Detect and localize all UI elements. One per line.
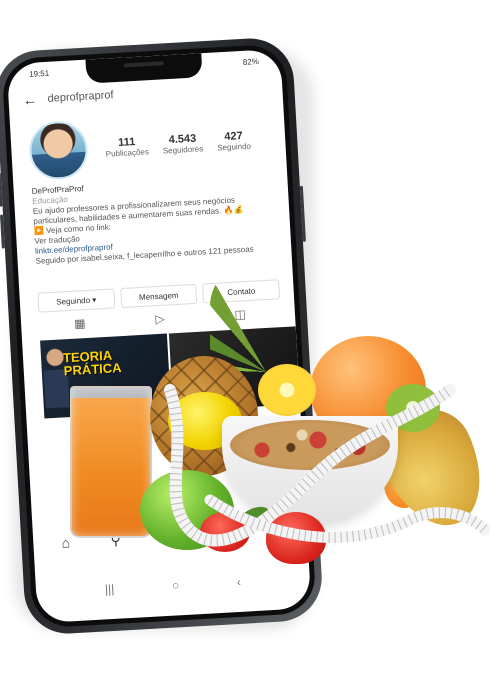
lemon-slice [258, 364, 316, 416]
promo-composition: 19:51 82% ← deprofpraprof 111 Publicaçõe… [0, 0, 500, 690]
profile-username: deprofpraprof [47, 89, 114, 105]
back-chevron-icon[interactable]: ‹ [237, 575, 242, 589]
reels-icon[interactable]: ▷ [155, 312, 165, 330]
status-time: 19:51 [28, 68, 50, 79]
home-circle-icon[interactable]: ○ [172, 578, 180, 592]
profile-bio: DeProfPraProf Educação Eu ajudo professo… [31, 173, 281, 267]
pineapple-leaves [210, 262, 322, 372]
recent-apps-icon[interactable]: ||| [105, 582, 115, 597]
stat-followers[interactable]: 4.543 Seguidores [162, 132, 204, 155]
stat-label: Publicações [105, 146, 150, 159]
message-button[interactable]: Mensagem [119, 283, 198, 309]
strawberry [266, 512, 326, 564]
post-caption: TEORIA PRÁTICA [63, 348, 122, 379]
profile-summary: 111 Publicações 4.543 Seguidores 427 Seg… [27, 107, 273, 182]
home-icon[interactable]: ⌂ [61, 534, 70, 550]
system-navigation: ||| ○ ‹ [76, 570, 271, 601]
profile-header: ← deprofpraprof [22, 76, 269, 112]
status-battery: 82% [242, 57, 260, 67]
strawberry [200, 512, 250, 552]
stat-posts[interactable]: 111 Publicações [105, 135, 150, 159]
stat-label: Seguindo [216, 141, 252, 152]
stat-following[interactable]: 427 Seguindo [216, 129, 251, 152]
avatar[interactable] [27, 119, 90, 181]
profile-stats: 111 Publicações 4.543 Seguidores 427 Seg… [105, 129, 251, 159]
arrow-left-icon[interactable]: ← [22, 91, 38, 109]
stat-label: Seguidores [162, 143, 204, 155]
grid-icon[interactable]: ▦ [74, 316, 86, 335]
post-line: PRÁTICA [63, 360, 122, 379]
following-button[interactable]: Seguindo ▾ [37, 288, 116, 313]
granola-with-berries [230, 420, 390, 470]
volume-button [0, 214, 5, 249]
volume-button [0, 172, 3, 207]
